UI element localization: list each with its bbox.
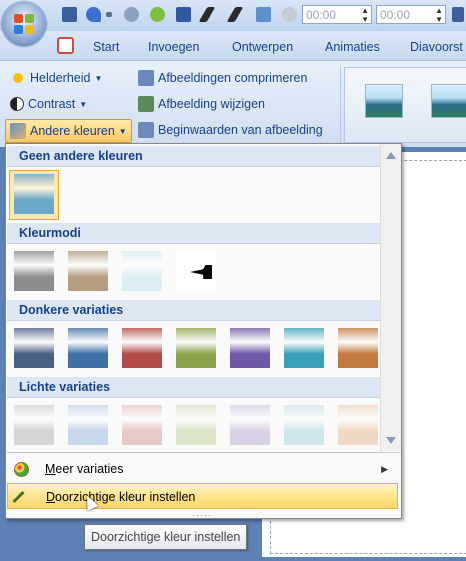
color-swatch[interactable] [176, 328, 216, 368]
contrast-label: Contrast [28, 97, 76, 111]
contrast-icon [10, 97, 24, 111]
color-swatch[interactable] [68, 251, 108, 291]
scroll-down-icon[interactable] [386, 437, 396, 444]
undo-icon[interactable] [86, 7, 101, 22]
time-end-value: 00:00 [380, 8, 411, 22]
section-header-no-recolor: Geen andere kleuren [7, 146, 380, 167]
gallery-scrollbar[interactable] [380, 144, 401, 451]
office-logo-icon [14, 14, 34, 34]
recolor-label: Andere kleuren [30, 124, 115, 138]
compress-icon [138, 70, 154, 86]
pen-icon[interactable] [198, 7, 216, 22]
undo-dropdown-icon[interactable] [106, 12, 112, 17]
reset-picture-label: Beginwaarden van afbeelding [158, 123, 323, 137]
color-swatch[interactable] [68, 405, 108, 445]
tab-diavoorstelling[interactable]: Diavoorst [410, 40, 463, 54]
ribbon-tabs: Start Invoegen Ontwerpen Animaties Diavo… [0, 31, 466, 60]
color-swatch[interactable] [14, 328, 54, 368]
color-swatch[interactable] [230, 405, 270, 445]
silhouette-shape [190, 265, 212, 279]
section-header-dark-variations: Donkere variaties [7, 300, 380, 321]
palette-icon [14, 462, 29, 477]
color-swatch[interactable] [14, 251, 54, 291]
section-header-color-modes: Kleurmodi [7, 223, 380, 244]
office-button[interactable] [2, 2, 46, 46]
more-variations-label: Meer variaties [45, 462, 124, 476]
tab-animaties[interactable]: Animaties [325, 40, 380, 54]
chevron-down-icon: ▼ [79, 99, 88, 109]
color-swatch[interactable] [14, 405, 54, 445]
redo-icon[interactable] [124, 7, 139, 22]
brightness-button[interactable]: Helderheid ▼ [10, 67, 102, 89]
picture-tools-icon [57, 37, 74, 54]
set-transparent-color-menu-item[interactable]: Doorzichtige kleur instellen [7, 483, 398, 511]
color-swatch[interactable] [338, 328, 378, 368]
chevron-right-icon: ▶ [381, 464, 388, 474]
change-picture-icon [138, 96, 154, 112]
change-picture-label: Afbeelding wijzigen [158, 97, 266, 111]
circle-icon[interactable] [150, 7, 165, 22]
chevron-down-icon: ▼ [118, 126, 127, 136]
compress-pictures-button[interactable]: Afbeeldingen comprimeren [138, 67, 307, 89]
chevron-down-icon: ▼ [94, 73, 103, 83]
picture-style-thumbnail[interactable] [431, 84, 466, 118]
color-swatch[interactable] [122, 251, 162, 291]
compress-label: Afbeeldingen comprimeren [158, 71, 308, 85]
tooltip: Doorzichtige kleur instellen [84, 524, 248, 550]
reset-picture-button[interactable]: Beginwaarden van afbeelding [138, 119, 323, 141]
color-swatch[interactable] [176, 251, 216, 291]
recolor-icon [10, 123, 26, 139]
resize-grip[interactable]: ····· [192, 510, 212, 520]
color-swatch[interactable] [284, 405, 324, 445]
image-icon[interactable] [256, 7, 271, 22]
tab-invoegen[interactable]: Invoegen [148, 40, 199, 54]
change-picture-button[interactable]: Afbeelding wijzigen [138, 93, 265, 115]
color-swatch[interactable] [68, 328, 108, 368]
brightness-label: Helderheid [30, 71, 91, 85]
color-swatch[interactable] [338, 405, 378, 445]
more-variations-menu-item[interactable]: Meer variaties ▶ [7, 456, 398, 482]
time-start-field[interactable]: 00:00 ▲ ▼ [302, 5, 372, 24]
reset-picture-icon [138, 122, 154, 138]
recolor-dropdown-menu: Geen andere kleuren Kleurmodi Donkere va… [5, 143, 402, 520]
section-header-light-variations: Lichte variaties [7, 377, 380, 398]
contrast-button[interactable]: Contrast ▼ [10, 93, 87, 115]
save-icon[interactable] [62, 7, 77, 22]
color-swatch[interactable] [14, 174, 54, 214]
menu-divider [7, 452, 400, 453]
sun-icon [10, 70, 26, 86]
eyedropper-icon [12, 490, 25, 504]
picture-styles-gallery [344, 67, 466, 143]
spinner-icon[interactable]: ▲ ▼ [435, 6, 443, 24]
group-divider [340, 65, 341, 143]
time-start-value: 00:00 [306, 8, 337, 22]
spinner-icon[interactable]: ▲ ▼ [361, 6, 369, 24]
picture-icon[interactable] [452, 7, 464, 22]
pen-icon[interactable] [226, 7, 244, 22]
color-swatch[interactable] [284, 328, 324, 368]
tab-start[interactable]: Start [93, 40, 119, 54]
circle-icon[interactable] [282, 7, 297, 22]
picture-icon[interactable] [176, 7, 191, 22]
quick-access-toolbar: 00:00 ▲ ▼ 00:00 ▲ ▼ [0, 0, 466, 32]
ribbon-panel: Helderheid ▼ Contrast ▼ Andere kleuren ▼… [0, 60, 466, 147]
picture-style-thumbnail[interactable] [365, 84, 403, 118]
color-swatch[interactable] [230, 328, 270, 368]
scroll-up-icon[interactable] [386, 152, 396, 159]
color-swatch[interactable] [122, 328, 162, 368]
recolor-button[interactable]: Andere kleuren ▼ [5, 119, 132, 143]
color-swatch[interactable] [122, 405, 162, 445]
color-swatch[interactable] [176, 405, 216, 445]
set-transparent-color-label: Doorzichtige kleur instellen [46, 490, 196, 504]
time-end-field[interactable]: 00:00 ▲ ▼ [376, 5, 446, 24]
tab-ontwerpen[interactable]: Ontwerpen [232, 40, 293, 54]
